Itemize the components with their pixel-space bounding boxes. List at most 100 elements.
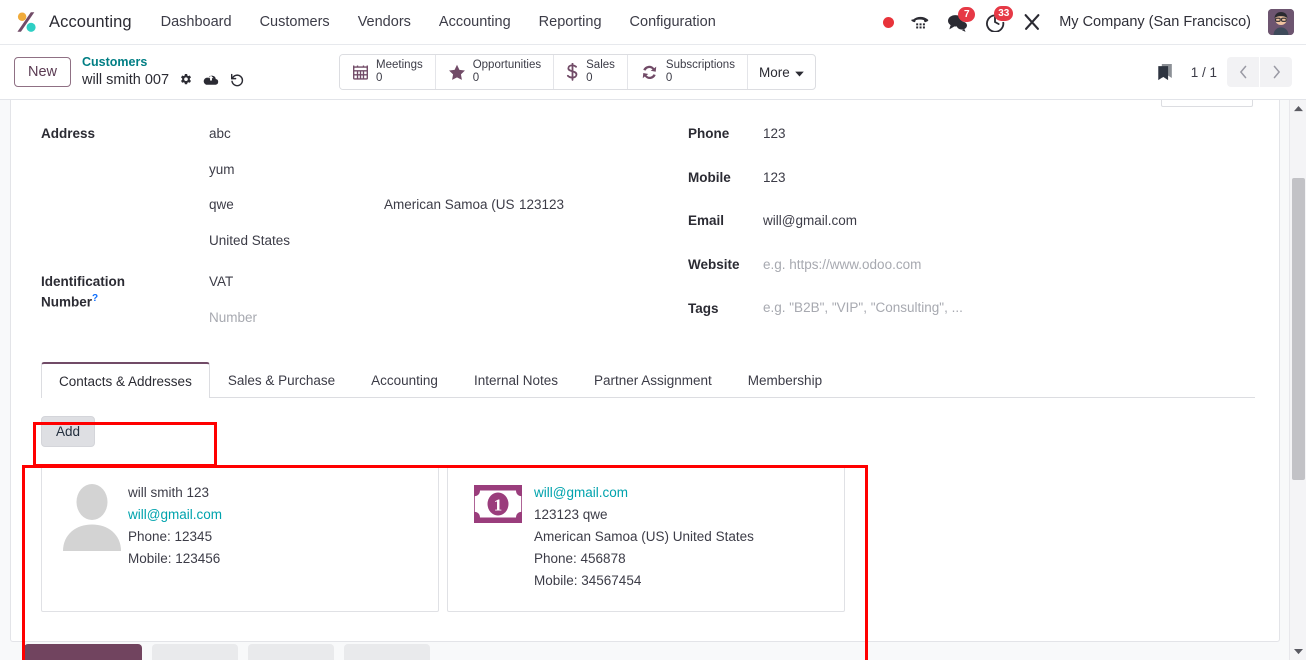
chatter-activity-button[interactable] (248, 644, 334, 660)
stat-value-subscriptions: 0 (665, 72, 673, 84)
refresh-icon (640, 64, 659, 81)
more-label: More (758, 64, 790, 80)
form-right-column: Phone 123 Mobile 123 Email will@gmail.co… (676, 124, 1255, 342)
chatter-followers-button[interactable] (344, 644, 430, 660)
contact-email[interactable]: will@gmail.com (128, 504, 222, 526)
tools-icon[interactable] (1022, 12, 1042, 32)
brand-home-link[interactable]: Accounting (14, 9, 132, 35)
pager: 1 / 1 (1191, 57, 1292, 87)
contact-card[interactable]: 1 will@gmail.com 123123 qwe American Sam… (447, 464, 845, 612)
stat-button-opportunities[interactable]: Opportunities 0 (435, 55, 555, 89)
invoice-address-icon: 1 (462, 481, 534, 599)
tags-label: Tags (688, 300, 719, 316)
contact-name: will smith 123 (128, 484, 210, 500)
menu-item-accounting[interactable]: Accounting (438, 10, 512, 34)
scroll-down-arrow-icon[interactable] (1290, 643, 1306, 660)
field-mobile: Mobile 123 (688, 168, 1255, 188)
more-stat-buttons-dropdown[interactable]: More (748, 55, 815, 89)
identification-number-label-line1: Identification (41, 274, 125, 290)
menu-item-reporting[interactable]: Reporting (538, 10, 603, 34)
mobile-label: Mobile (688, 169, 731, 185)
address-state[interactable]: American Samoa (US (384, 195, 519, 215)
partial-field-top-right[interactable] (1161, 100, 1253, 107)
field-tags: Tags e.g. "B2B", "VIP", "Consulting", ..… (688, 298, 1255, 318)
field-address: Address abc yum qwe American Samoa (US 1… (41, 124, 676, 250)
stat-label-opportunities: Opportunities (472, 59, 542, 72)
bookmark-icon[interactable] (1155, 62, 1175, 82)
company-switcher[interactable]: My Company (San Francisco) (1059, 14, 1251, 30)
record-form-sheet: Address abc yum qwe American Samoa (US 1… (10, 100, 1280, 642)
help-tooltip-icon[interactable]: ? (92, 293, 98, 304)
phone-dialpad-icon[interactable] (911, 13, 930, 32)
add-contact-button[interactable]: Add (41, 415, 96, 447)
address-label: Address (41, 126, 96, 141)
top-navbar: Accounting Dashboard Customers Vendors A… (0, 0, 1306, 45)
menu-item-dashboard[interactable]: Dashboard (160, 10, 233, 34)
vat-value[interactable]: VAT (209, 272, 257, 292)
identification-number-input[interactable]: Number (209, 308, 257, 328)
chevron-down-icon (794, 65, 804, 80)
tab-sales-purchase[interactable]: Sales & Purchase (210, 362, 353, 398)
tab-accounting[interactable]: Accounting (353, 362, 456, 398)
website-label: Website (688, 256, 740, 272)
menu-item-vendors[interactable]: Vendors (357, 10, 412, 34)
pager-count: 1 / 1 (1190, 64, 1217, 80)
activities-icon[interactable]: 33 (985, 6, 1014, 32)
stat-button-meetings[interactable]: Meetings 0 (340, 55, 436, 89)
new-record-button[interactable]: New (14, 57, 72, 87)
undo-icon[interactable] (229, 72, 244, 87)
chatter-send-message-button[interactable] (24, 644, 142, 660)
contact-email[interactable]: will@gmail.com (534, 482, 754, 504)
breadcrumb: Customers will smith 007 (82, 55, 244, 89)
stat-button-subscriptions[interactable]: Subscriptions 0 (627, 55, 748, 89)
phone-value[interactable]: 123 (763, 124, 786, 144)
record-dot-icon[interactable] (883, 16, 895, 28)
address-zip[interactable]: 123123 (519, 195, 564, 215)
stat-buttons-group: Meetings 0 Opportunities 0 Sales 0 Subsc… (339, 54, 816, 90)
tab-partner-assignment[interactable]: Partner Assignment (576, 362, 730, 398)
address-line2[interactable]: yum (209, 160, 235, 180)
menu-item-configuration[interactable]: Configuration (629, 10, 717, 34)
scrollbar-thumb[interactable] (1292, 178, 1305, 480)
brand-name: Accounting (49, 12, 132, 31)
scroll-up-arrow-icon[interactable] (1290, 100, 1306, 117)
chatter-log-note-button[interactable] (152, 644, 238, 660)
gear-icon[interactable] (179, 73, 193, 87)
contact-mobile: Mobile: 123456 (128, 550, 221, 566)
address-city[interactable]: qwe (209, 195, 384, 215)
pager-next-button[interactable] (1260, 57, 1292, 87)
tags-input[interactable]: e.g. "B2B", "VIP", "Consulting", ... (763, 298, 963, 318)
stat-button-sales[interactable]: Sales 0 (554, 55, 628, 89)
pager-previous-button[interactable] (1227, 57, 1259, 87)
identification-number-label-line2: Number (41, 294, 93, 310)
tab-membership[interactable]: Membership (730, 362, 840, 398)
form-left-column: Address abc yum qwe American Samoa (US 1… (41, 124, 676, 342)
address-country[interactable]: United States (209, 231, 290, 251)
field-email: Email will@gmail.com (688, 211, 1255, 231)
content-area: Address abc yum qwe American Samoa (US 1… (0, 100, 1306, 660)
email-value[interactable]: will@gmail.com (763, 211, 857, 231)
contact-cards-row: will smith 123 will@gmail.com Phone: 123… (41, 464, 1255, 612)
cloud-upload-icon[interactable] (203, 73, 219, 87)
identification-number-label: Identification Number? (41, 272, 209, 312)
dollar-icon (566, 63, 579, 81)
messages-icon[interactable]: 7 (947, 6, 976, 32)
tab-internal-notes[interactable]: Internal Notes (456, 362, 576, 398)
mobile-value[interactable]: 123 (763, 168, 786, 188)
vertical-scrollbar[interactable] (1289, 100, 1306, 660)
avatar-placeholder-icon (56, 481, 128, 599)
messages-badge: 7 (958, 6, 976, 22)
user-avatar[interactable] (1268, 9, 1294, 35)
address-line1[interactable]: abc (209, 124, 231, 144)
email-label: Email (688, 213, 725, 229)
phone-label: Phone (688, 126, 730, 142)
breadcrumb-current-record: will smith 007 (82, 71, 170, 88)
tab-contacts-addresses[interactable]: Contacts & Addresses (41, 361, 210, 398)
contact-address-country: American Samoa (US) United States (534, 528, 754, 544)
breadcrumb-parent-customers[interactable]: Customers (82, 55, 244, 71)
contact-card[interactable]: will smith 123 will@gmail.com Phone: 123… (41, 464, 439, 612)
form-grid: Address abc yum qwe American Samoa (US 1… (11, 100, 1279, 342)
website-input[interactable]: e.g. https://www.odoo.com (763, 255, 921, 275)
menu-item-customers[interactable]: Customers (259, 10, 331, 34)
control-panel-right: 1 / 1 (1155, 57, 1292, 87)
